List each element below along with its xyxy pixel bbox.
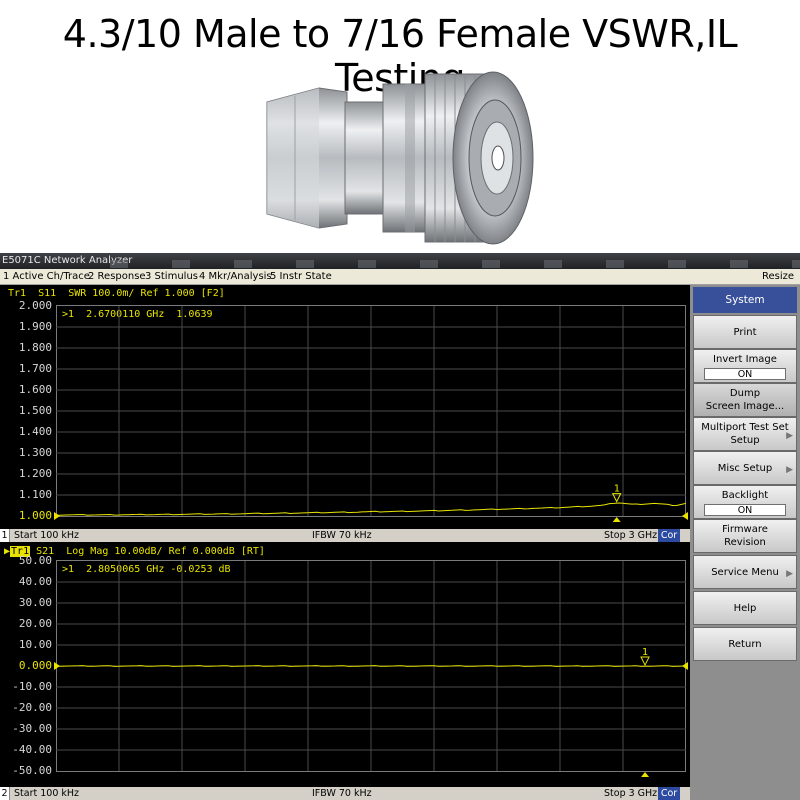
connector-adapter-photo	[266, 71, 534, 245]
menu-bar: 1 Active Ch/Trace 2 Response 3 Stimulus …	[0, 269, 800, 285]
softkey-service-menu-label: Service Menu	[711, 566, 779, 578]
menu-response[interactable]: 2 Response	[88, 269, 146, 285]
marker-1-label: 1	[614, 484, 620, 495]
reference-arrow-icon	[54, 662, 60, 670]
window-titlebar: E5071C Network Analyzer	[0, 253, 800, 269]
trace-line	[55, 665, 687, 667]
marker-1[interactable]	[640, 656, 650, 667]
softkey-help[interactable]: Help	[693, 591, 797, 625]
marker-position-indicator	[612, 517, 621, 522]
softkey-dump-label-2: Screen Image...	[705, 401, 785, 412]
softkey-panel: System Print Invert Image ON Dump Screen…	[690, 285, 800, 800]
channel2-status-bar: 2 Start 100 kHz IFBW 70 kHz Stop 3 GHz C…	[0, 787, 690, 800]
channel1-stop-freq[interactable]: Stop 3 GHz	[604, 529, 657, 542]
marker-1-label: 1	[642, 647, 648, 658]
channel2-panel: ▶Tr1 S21 Log Mag 10.00dB/ Ref 0.000dB [R…	[0, 544, 690, 787]
reference-arrow-icon	[682, 662, 688, 670]
softkey-service-menu[interactable]: Service Menu ▶	[693, 555, 797, 589]
softkey-backlight-value: ON	[704, 503, 786, 516]
menu-resize[interactable]: Resize	[762, 269, 794, 285]
channel2-start-freq[interactable]: Start 100 kHz	[14, 787, 79, 800]
menu-stimulus[interactable]: 3 Stimulus	[145, 269, 198, 285]
channel2-ifbw[interactable]: IFBW 70 kHz	[312, 787, 372, 800]
channel1-panel: Tr1 S11 SWR 100.0m/ Ref 1.000 [F2] >1 2.…	[0, 285, 690, 529]
softkey-multiport-label-1: Multiport Test Set	[701, 422, 789, 433]
submenu-arrow-icon: ▶	[786, 431, 793, 441]
softkey-backlight[interactable]: Backlight ON	[693, 485, 797, 519]
reference-arrow-icon	[682, 512, 688, 520]
channel2-cor-badge[interactable]: Cor	[658, 787, 680, 800]
channel1-cor-badge[interactable]: Cor	[658, 529, 680, 542]
channel1-number[interactable]: 1	[0, 529, 10, 542]
softkey-return-label: Return	[728, 638, 762, 650]
softkey-backlight-label: Backlight	[721, 489, 769, 501]
channel2-chart: 1	[54, 561, 688, 777]
submenu-arrow-icon: ▶	[786, 465, 793, 475]
softkey-multiport-label-2: Setup	[730, 435, 760, 446]
page: 4.3/10 Male to 7/16 Female VSWR,IL Testi…	[0, 0, 800, 800]
softkey-invert-image-label: Invert Image	[713, 353, 777, 365]
channel1-start-freq[interactable]: Start 100 kHz	[14, 529, 79, 542]
softkey-misc-setup-label: Misc Setup	[717, 462, 773, 474]
menu-active-ch-trace[interactable]: 1 Active Ch/Trace	[3, 269, 90, 285]
softkey-print[interactable]: Print	[693, 315, 797, 349]
marker-position-indicator	[641, 772, 650, 777]
softkey-print-label: Print	[733, 326, 757, 338]
softkey-firmware-revision[interactable]: Firmware Revision	[693, 519, 797, 553]
reference-arrow-icon	[54, 512, 60, 520]
softkey-dump-label-1: Dump	[729, 388, 761, 399]
network-analyzer-window: E5071C Network Analyzer 1 Active Ch/Trac…	[0, 253, 800, 800]
channel2-number[interactable]: 2	[0, 787, 10, 800]
softkey-return[interactable]: Return	[693, 627, 797, 661]
channel1-status-bar: 1 Start 100 kHz IFBW 70 kHz Stop 3 GHz C…	[0, 529, 690, 542]
softkey-misc-setup[interactable]: Misc Setup ▶	[693, 451, 797, 485]
softkey-firmware-label-1: Firmware	[722, 524, 768, 535]
softkey-invert-image[interactable]: Invert Image ON	[693, 349, 797, 383]
softkey-dump-screen-image[interactable]: Dump Screen Image...	[693, 383, 797, 417]
menu-mkr-analysis[interactable]: 4 Mkr/Analysis	[199, 269, 272, 285]
menu-instr-state[interactable]: 5 Instr State	[270, 269, 332, 285]
softkey-firmware-label-2: Revision	[724, 537, 766, 548]
plot-area: Tr1 S11 SWR 100.0m/ Ref 1.000 [F2] >1 2.…	[0, 285, 690, 800]
channel1-chart: 1	[54, 306, 688, 522]
softkey-multiport-test-set[interactable]: Multiport Test Set Setup ▶	[693, 417, 797, 451]
softkey-title-system: System	[693, 287, 797, 313]
softkey-help-label: Help	[733, 602, 757, 614]
softkey-invert-image-value: ON	[704, 367, 786, 380]
channel2-stop-freq[interactable]: Stop 3 GHz	[604, 787, 657, 800]
titlebar-toolbar	[110, 260, 800, 268]
submenu-arrow-icon: ▶	[786, 569, 793, 579]
channel1-ifbw[interactable]: IFBW 70 kHz	[312, 529, 372, 542]
